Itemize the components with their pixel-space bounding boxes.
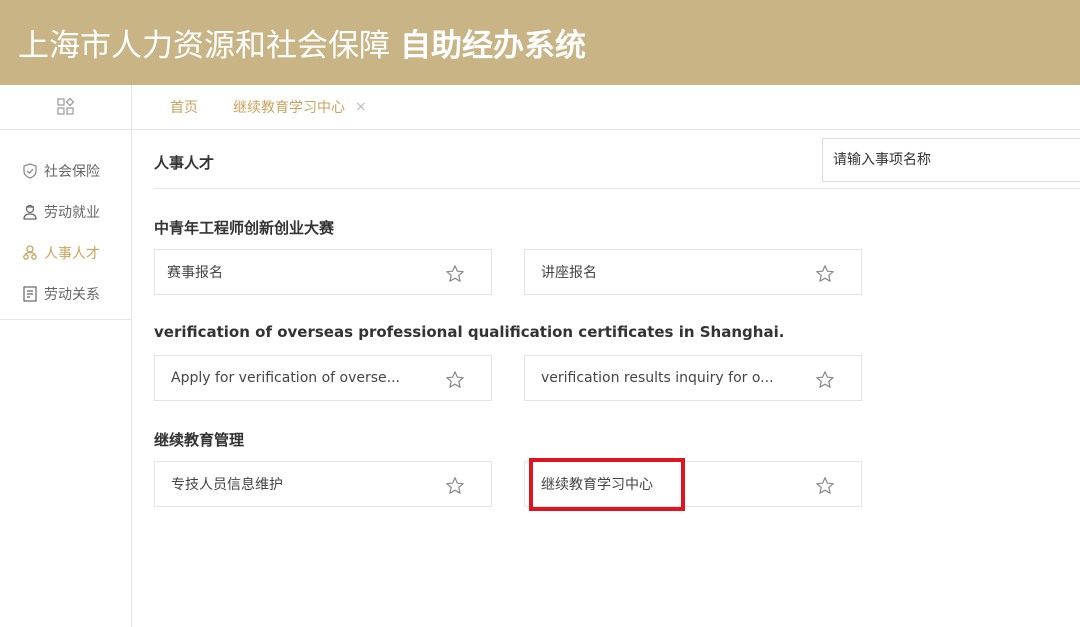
- worker-icon: [21, 203, 39, 221]
- star-icon[interactable]: [445, 476, 465, 496]
- sidebar-item-labor-relations[interactable]: 劳动关系: [0, 273, 131, 314]
- service-card[interactable]: 赛事报名: [154, 249, 492, 295]
- group-title: 继续教育管理: [154, 431, 245, 449]
- sidebar: 社会保险 劳动就业 人事人才 劳动关系: [0, 85, 132, 627]
- sidebar-item-employment[interactable]: 劳动就业: [0, 191, 131, 232]
- service-card[interactable]: verification results inquiry for o...: [524, 355, 862, 401]
- service-card[interactable]: 讲座报名: [524, 249, 862, 295]
- sidebar-item-label: 人事人才: [44, 245, 100, 262]
- shield-icon: [21, 162, 39, 180]
- sidebar-item-label: 劳动关系: [44, 286, 100, 303]
- service-card-label: 继续教育学习中心: [541, 477, 653, 493]
- service-card-label: 讲座报名: [541, 265, 597, 281]
- tab-bar: 首页 继续教育学习中心 ×: [132, 85, 1080, 130]
- tab-continuing-education[interactable]: 继续教育学习中心: [233, 97, 345, 117]
- star-icon[interactable]: [815, 476, 835, 496]
- group-title: 中青年工程师创新创业大赛: [154, 219, 335, 237]
- section-header: 人事人才: [154, 130, 1080, 189]
- star-icon[interactable]: [445, 370, 465, 390]
- sidebar-menu: 社会保险 劳动就业 人事人才 劳动关系: [0, 130, 131, 320]
- section-title: 人事人才: [154, 154, 215, 172]
- people-icon: [21, 244, 39, 262]
- grid-icon: [56, 98, 74, 115]
- sidebar-item-personnel[interactable]: 人事人才: [0, 232, 131, 273]
- service-card-label: Apply for verification of overse...: [171, 370, 401, 386]
- star-icon[interactable]: [445, 264, 465, 284]
- app-header: 上海市人力资源和社会保障 自助经办系统: [0, 0, 1080, 85]
- contract-icon: [21, 285, 39, 303]
- search-input[interactable]: [822, 138, 1080, 182]
- service-card[interactable]: 专技人员信息维护: [154, 461, 492, 507]
- service-card-label: verification results inquiry for o...: [541, 370, 774, 386]
- service-card-label: 赛事报名: [167, 265, 223, 281]
- tab-close-icon[interactable]: ×: [355, 99, 367, 115]
- service-card[interactable]: Apply for verification of overse...: [154, 355, 492, 401]
- sidebar-item-social-insurance[interactable]: 社会保险: [0, 150, 131, 191]
- app-title: 上海市人力资源和社会保障: [18, 28, 390, 64]
- sidebar-item-label: 劳动就业: [44, 204, 100, 221]
- app-title-bold: 自助经办系统: [400, 28, 586, 64]
- app-grid-button[interactable]: [0, 85, 131, 130]
- tab-home[interactable]: 首页: [170, 97, 198, 117]
- service-card-continuing-education[interactable]: 继续教育学习中心: [524, 461, 862, 507]
- star-icon[interactable]: [815, 370, 835, 390]
- main-content: 人事人才 中青年工程师创新创业大赛 赛事报名 讲座报名 verification…: [132, 130, 1080, 627]
- star-icon[interactable]: [815, 264, 835, 284]
- sidebar-item-label: 社会保险: [44, 163, 100, 180]
- group-title: verification of overseas professional qu…: [154, 323, 785, 341]
- service-card-label: 专技人员信息维护: [171, 477, 283, 493]
